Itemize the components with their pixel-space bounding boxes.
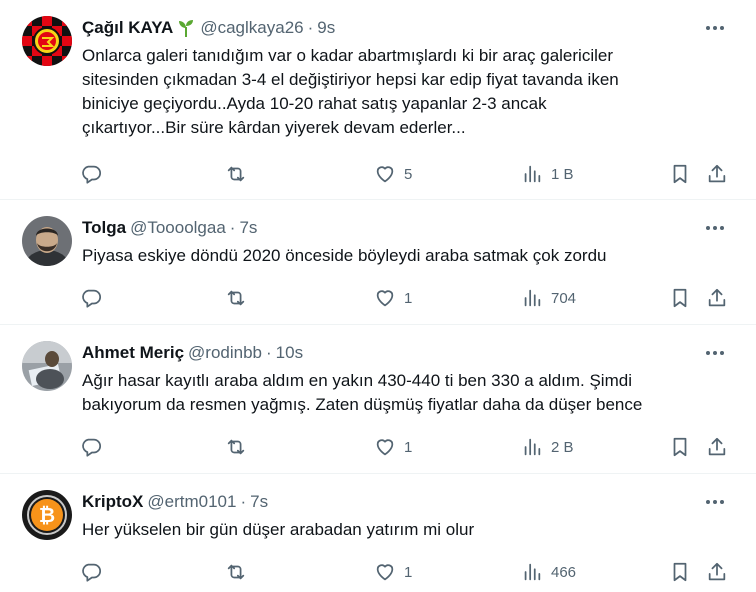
view-count: 1 B (551, 165, 574, 183)
tweet[interactable]: Çağıl KAYA @caglkaya26 · 9s Onlarca gale… (0, 0, 756, 200)
reply-icon (82, 563, 102, 582)
reply-icon (82, 438, 102, 457)
view-count: 466 (551, 563, 577, 581)
more-icon[interactable] (704, 18, 726, 38)
retweet-button[interactable] (225, 560, 255, 584)
bookmark-button[interactable] (669, 560, 691, 584)
avatar[interactable] (22, 341, 72, 391)
like-count: 1 (404, 563, 413, 581)
bookmark-button[interactable] (669, 286, 691, 310)
retweet-icon (227, 564, 245, 580)
bookmark-icon (673, 164, 687, 184)
retweet-icon (227, 166, 245, 182)
views-button[interactable]: 1 B (521, 162, 574, 186)
separator-dot: · (266, 343, 272, 362)
more-icon[interactable] (704, 343, 726, 363)
tweet-header: KriptoX @ertm0101 · 7s (82, 490, 696, 514)
like-button[interactable]: 1 (374, 286, 412, 310)
views-button[interactable]: 704 (521, 286, 576, 310)
views-button[interactable]: 2 B (521, 435, 574, 459)
retweet-button[interactable] (225, 435, 255, 459)
reply-button[interactable] (80, 560, 110, 584)
tweet-text: Ağır hasar kayıtlı araba aldım en yakın … (82, 371, 643, 414)
tweet-header: Ahmet Meriç @rodinbb · 10s (82, 341, 696, 365)
heart-icon (376, 166, 394, 183)
reply-button[interactable] (80, 435, 110, 459)
tweet[interactable]: ₿ KriptoX @ertm0101 · 7s Her yükselen bi… (0, 474, 756, 592)
share-button[interactable] (706, 435, 728, 459)
timestamp[interactable]: 7s (250, 492, 268, 512)
tweet-text: Her yükselen bir gün düşer arabadan yatı… (82, 520, 475, 539)
author-name[interactable]: Çağıl KAYA (82, 18, 173, 38)
share-icon (708, 288, 726, 307)
action-bar: 1 704 (80, 286, 740, 310)
avatar[interactable] (22, 16, 72, 66)
retweet-button[interactable] (225, 162, 255, 186)
author-name[interactable]: Ahmet Meriç (82, 343, 184, 363)
bookmark-icon (673, 562, 687, 582)
retweet-icon (227, 439, 245, 455)
views-button[interactable]: 466 (521, 560, 576, 584)
bookmark-button[interactable] (669, 435, 691, 459)
view-count: 704 (551, 289, 577, 307)
avatar[interactable]: ₿ (22, 490, 72, 540)
author-handle[interactable]: @rodinbb (188, 343, 262, 363)
share-icon (708, 164, 726, 183)
timestamp[interactable]: 7s (239, 218, 257, 238)
like-button[interactable]: 5 (374, 162, 412, 186)
tweet-header: Çağıl KAYA @caglkaya26 · 9s (82, 16, 696, 40)
bookmark-icon (673, 437, 687, 457)
like-button[interactable]: 1 (374, 560, 412, 584)
reply-icon (82, 165, 102, 184)
tweet[interactable]: Ahmet Meriç @rodinbb · 10s Ağır hasar ka… (0, 325, 756, 474)
reply-button[interactable] (80, 162, 110, 186)
action-bar: 1 466 (80, 560, 740, 584)
more-icon[interactable] (704, 218, 726, 238)
share-button[interactable] (706, 286, 728, 310)
views-chart-icon (524, 438, 541, 456)
retweet-button[interactable] (225, 286, 255, 310)
like-button[interactable]: 1 (374, 435, 412, 459)
tweet[interactable]: Tolga @Toooolgaa · 7s Piyasa eskiye dönd… (0, 200, 756, 325)
retweet-icon (227, 290, 245, 306)
reply-button[interactable] (80, 286, 110, 310)
like-count: 5 (404, 165, 413, 183)
separator-dot: · (307, 18, 314, 37)
share-icon (708, 437, 726, 456)
separator-dot: · (229, 218, 236, 237)
timestamp[interactable]: 10s (276, 343, 303, 363)
views-chart-icon (524, 563, 541, 581)
view-count: 2 B (551, 438, 574, 456)
author-name[interactable]: KriptoX (82, 492, 143, 512)
heart-icon (376, 564, 394, 581)
more-icon[interactable] (704, 492, 726, 512)
timestamp[interactable]: 9s (317, 18, 335, 38)
bookmark-icon (673, 288, 687, 308)
tweet-header: Tolga @Toooolgaa · 7s (82, 216, 696, 240)
views-chart-icon (524, 165, 541, 183)
author-handle[interactable]: @caglkaya26 (200, 18, 303, 38)
heart-icon (376, 290, 394, 307)
author-handle[interactable]: @ertm0101 (147, 492, 236, 512)
heart-icon (376, 439, 394, 456)
author-handle[interactable]: @Toooolgaa (130, 218, 226, 238)
like-count: 1 (404, 289, 413, 307)
svg-text:₿: ₿ (39, 503, 55, 527)
avatar[interactable] (22, 216, 72, 266)
action-bar: 1 2 B (80, 435, 740, 459)
share-button[interactable] (706, 162, 728, 186)
tweet-text: Piyasa eskiye döndü 2020 önceside böyley… (82, 246, 607, 265)
tweet-text: Onlarca galeri tanıdığım var o kadar aba… (82, 46, 619, 137)
views-chart-icon (524, 289, 541, 307)
action-bar: 5 1 B (80, 162, 740, 186)
reply-icon (82, 289, 102, 308)
sprout-icon (179, 20, 194, 37)
like-count: 1 (404, 438, 413, 456)
bookmark-button[interactable] (669, 162, 691, 186)
share-button[interactable] (706, 560, 728, 584)
share-icon (708, 562, 726, 581)
separator-dot: · (240, 492, 247, 511)
author-name[interactable]: Tolga (82, 218, 126, 238)
